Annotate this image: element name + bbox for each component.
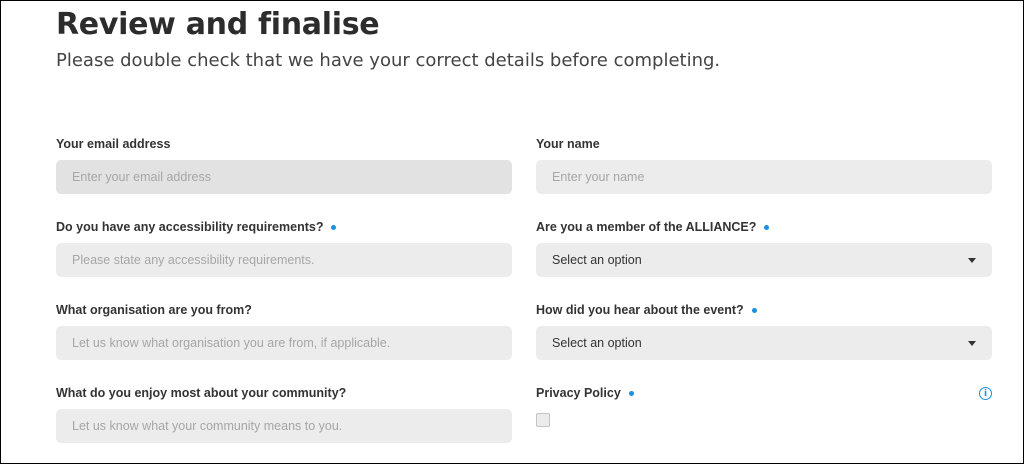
alliance-select[interactable]: Select an option [536,243,992,277]
community-label-text: What do you enjoy most about your commun… [56,386,347,400]
page-title: Review and finalise [56,7,380,42]
email-label-text: Your email address [56,137,171,151]
privacy-checkbox[interactable] [536,413,550,427]
hear-about-select[interactable]: Select an option [536,326,992,360]
chevron-down-icon [968,340,976,346]
required-dot-icon [628,390,634,396]
email-placeholder: Enter your email address [72,170,211,184]
hear-about-label-text: How did you hear about the event? [536,303,744,317]
page-subtitle: Please double check that we have your co… [56,50,721,71]
community-field[interactable]: Let us know what your community means to… [56,409,512,443]
name-placeholder: Enter your name [552,170,645,184]
organisation-placeholder: Let us know what organisation you are fr… [72,336,391,350]
accessibility-label-text: Do you have any accessibility requiremen… [56,220,324,234]
email-field[interactable]: Enter your email address [56,160,512,194]
organisation-label-text: What organisation are you from? [56,303,252,317]
chevron-down-icon [968,257,976,263]
alliance-select-value: Select an option [552,253,642,267]
organisation-label: What organisation are you from? [56,303,252,317]
community-label: What do you enjoy most about your commun… [56,386,346,400]
alliance-label: Are you a member of the ALLIANCE? [536,220,770,234]
review-form-page: Review and finalise Please double check … [0,0,1024,464]
required-dot-icon [751,307,757,313]
alliance-label-text: Are you a member of the ALLIANCE? [536,220,757,234]
hear-about-select-value: Select an option [552,336,642,350]
accessibility-placeholder: Please state any accessibility requireme… [72,253,315,267]
required-dot-icon [331,224,337,230]
required-dot-icon [764,224,770,230]
organisation-field[interactable]: Let us know what organisation you are fr… [56,326,512,360]
hear-about-label: How did you hear about the event? [536,303,757,317]
name-label: Your name [536,137,600,151]
info-icon[interactable]: i [979,387,992,400]
privacy-label-text: Privacy Policy [536,386,621,400]
accessibility-field[interactable]: Please state any accessibility requireme… [56,243,512,277]
name-field[interactable]: Enter your name [536,160,992,194]
email-label: Your email address [56,137,170,151]
community-placeholder: Let us know what your community means to… [72,419,343,433]
privacy-label: Privacy Policy [536,386,634,400]
accessibility-label: Do you have any accessibility requiremen… [56,220,337,234]
name-label-text: Your name [536,137,600,151]
